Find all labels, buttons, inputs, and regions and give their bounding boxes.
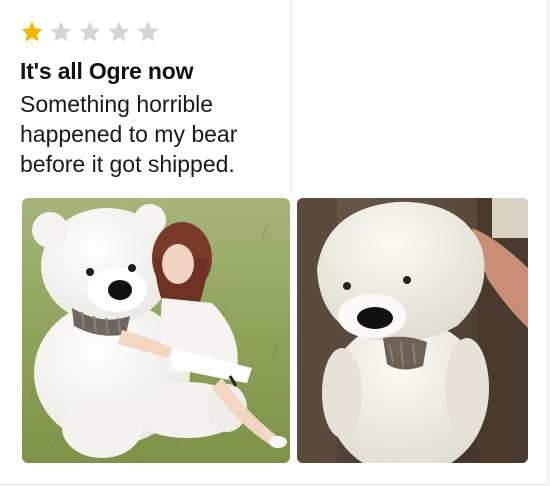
product-photo-image (22, 198, 290, 463)
review-card: It's all Ogre now Something horrible hap… (0, 0, 550, 486)
star-empty-icon (79, 21, 101, 42)
star-empty-icon (108, 21, 130, 42)
review-body-line: happened to my bear (20, 121, 238, 147)
star-empty-icon (50, 21, 72, 42)
review-body-line: before it got shipped. (20, 151, 235, 177)
review-title: It's all Ogre now (20, 58, 194, 84)
review-body-line: Something horrible (20, 91, 214, 117)
product-photo[interactable] (22, 198, 290, 463)
divider (291, 0, 292, 196)
review-body: Something horrible happened to my bear b… (20, 89, 290, 179)
star-filled-icon (21, 21, 43, 42)
customer-photo[interactable] (297, 198, 528, 463)
star-empty-icon (137, 21, 159, 42)
star-rating (20, 20, 160, 44)
customer-photo-image (297, 198, 528, 463)
